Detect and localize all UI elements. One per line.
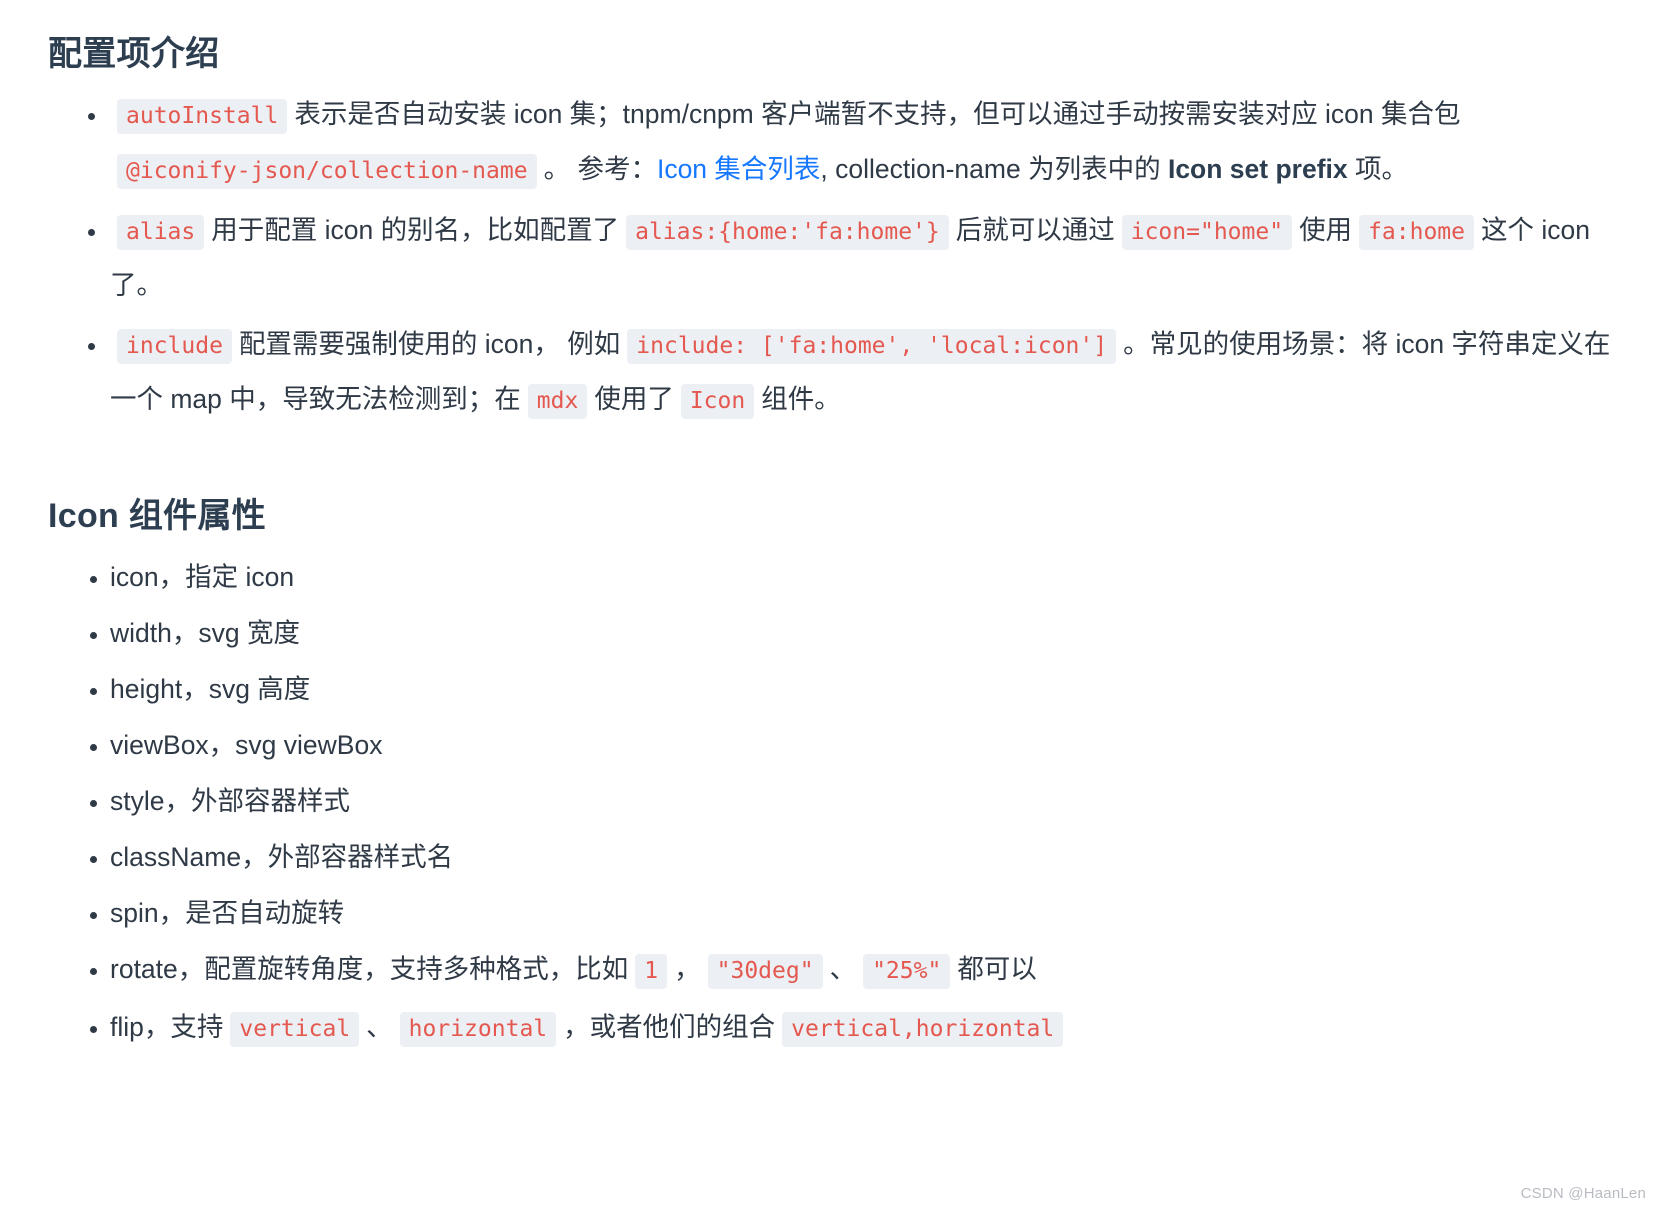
text-run: , collection-name 为列表中的 xyxy=(820,153,1168,184)
text-run: 都可以 xyxy=(957,953,1037,984)
text-run: viewBox，svg viewBox xyxy=(110,729,383,760)
csdn-watermark: CSDN @HaanLen xyxy=(1520,1185,1646,1202)
inline-code: mdx xyxy=(527,383,588,419)
inline-code: vertical,horizontal xyxy=(782,1011,1064,1047)
list-item: viewBox，svg viewBox xyxy=(48,718,1612,773)
text-run: 项。 xyxy=(1347,153,1408,184)
text-run: style，外部容器样式 xyxy=(110,785,350,816)
config-options-list: autoInstall 表示是否自动安装 icon 集；tnpm/cnpm 客户端… xyxy=(48,88,1612,428)
text-run: 表示是否自动安装 icon 集；tnpm/cnpm 客户端暂不支持，但可以通过手… xyxy=(294,98,1468,129)
text-run: ， xyxy=(674,953,701,984)
text-run: 、 xyxy=(829,953,857,984)
doc-link[interactable]: Icon 集合列表 xyxy=(657,154,820,184)
inline-code: 1 xyxy=(635,953,668,989)
icon-props-list: icon，指定 icon width，svg 宽度 height，svg 高度 vie… xyxy=(48,550,1612,1057)
list-item: width，svg 宽度 xyxy=(48,606,1612,661)
text-run: className，外部容器样式名 xyxy=(110,841,454,872)
list-item: height，svg 高度 xyxy=(48,662,1612,717)
text-run: 配置需要强制使用的 icon， 例如 xyxy=(238,328,621,359)
inline-code: "30deg" xyxy=(707,953,823,989)
list-item: className，外部容器样式名 xyxy=(48,830,1612,885)
inline-code: fa:home xyxy=(1359,214,1474,250)
inline-code: include: ['fa:home', 'local:icon'] xyxy=(627,328,1117,364)
inline-code: horizontal xyxy=(399,1011,557,1047)
text-run: ，或者他们的组合 xyxy=(563,1011,776,1042)
inline-code: alias xyxy=(117,214,205,250)
text-run: flip，支持 xyxy=(110,1011,224,1042)
text-run: spin，是否自动旋转 xyxy=(110,897,345,928)
text-run: width，svg 宽度 xyxy=(110,617,300,648)
text-run: 使用了 xyxy=(594,383,674,414)
text-run: 。 参考： xyxy=(543,153,657,184)
list-item: autoInstall 表示是否自动安装 icon 集；tnpm/cnpm 客户端… xyxy=(48,88,1612,198)
inline-code: alias:{home:'fa:home'} xyxy=(626,214,949,250)
list-item: alias 用于配置 icon 的别名，比如配置了 alias:{home:'fa:… xyxy=(48,204,1612,312)
text-run: 组件。 xyxy=(761,383,841,414)
text-run: 使用 xyxy=(1299,214,1353,245)
inline-code: Icon xyxy=(680,383,755,419)
bold-term: Icon set prefix xyxy=(1167,153,1348,184)
inline-code: icon="home" xyxy=(1121,214,1293,250)
document-page: 配置项介绍 autoInstall 表示是否自动安装 icon 集；tnpm/cn… xyxy=(0,0,1660,1210)
list-item: icon，指定 icon xyxy=(48,550,1612,605)
text-run: 用于配置 icon 的别名，比如配置了 xyxy=(211,214,620,245)
inline-code: "25%" xyxy=(863,953,951,989)
text-run: height，svg 高度 xyxy=(110,673,311,704)
page-title: 配置项介绍 xyxy=(48,35,220,73)
list-item: rotate，配置旋转角度，支持多种格式，比如 1， "30deg"、 "25%" 都可… xyxy=(48,942,1612,999)
text-run: icon，指定 icon xyxy=(110,561,295,592)
inline-code: @iconify-json/collection-name xyxy=(117,153,537,189)
text-run: 、 xyxy=(366,1011,393,1042)
list-item: flip，支持 vertical、 horizontal ，或者他们的组合 vertic… xyxy=(48,1000,1612,1057)
list-item: spin，是否自动旋转 xyxy=(48,886,1612,941)
text-run: rotate，配置旋转角度，支持多种格式，比如 xyxy=(110,953,629,984)
inline-code: include xyxy=(117,328,232,364)
list-item: style，外部容器样式 xyxy=(48,774,1612,829)
list-item: include 配置需要强制使用的 icon， 例如 include: ['fa:h… xyxy=(48,318,1612,428)
text-run: 后就可以通过 xyxy=(955,214,1115,245)
inline-code: autoInstall xyxy=(117,98,288,134)
inline-code: vertical xyxy=(230,1011,360,1047)
section-heading-icon-props: Icon 组件属性 xyxy=(48,496,267,535)
